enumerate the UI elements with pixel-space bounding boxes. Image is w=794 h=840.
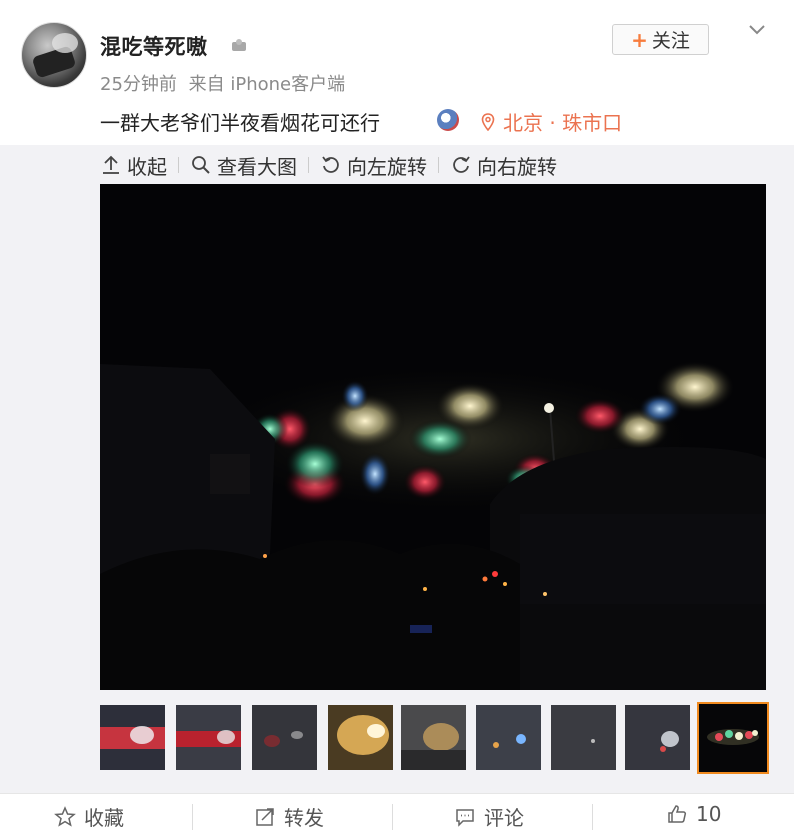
emoji-icon xyxy=(437,109,459,131)
comment-label: 评论 xyxy=(484,806,524,830)
comment-button[interactable]: 评论 xyxy=(454,802,524,831)
thumbnail[interactable] xyxy=(551,705,616,770)
like-button[interactable]: 10 xyxy=(666,802,721,826)
divider xyxy=(592,804,593,830)
rotate-left-label: 向左旋转 xyxy=(347,154,427,179)
rotate-left-icon xyxy=(322,156,339,173)
star-icon xyxy=(54,805,76,827)
view-large-button[interactable]: 查看大图 xyxy=(190,151,297,180)
favorite-button[interactable]: 收藏 xyxy=(54,802,124,831)
thumbnail[interactable] xyxy=(252,705,317,770)
like-count: 10 xyxy=(696,802,722,826)
media-toolbar: 收起 查看大图 向左旋转 向右旋转 xyxy=(100,150,557,180)
rotate-left-button[interactable]: 向左旋转 xyxy=(320,151,427,180)
collapse-label: 收起 xyxy=(127,154,167,179)
divider xyxy=(192,804,193,830)
thumbnail[interactable] xyxy=(401,705,466,770)
location-link[interactable]: 北京 · 珠市口 xyxy=(481,107,622,136)
member-badge-icon xyxy=(232,39,246,51)
rotate-right-icon xyxy=(453,156,470,173)
post-text: 一群大老爷们半夜看烟花可还行 xyxy=(100,111,380,135)
thumbnail[interactable] xyxy=(476,705,541,770)
collapse-icon xyxy=(103,155,119,174)
thumbnail[interactable] xyxy=(328,705,393,770)
rotate-right-button[interactable]: 向右旋转 xyxy=(450,151,557,180)
view-large-label: 查看大图 xyxy=(217,154,297,179)
post-source[interactable]: 来自 iPhone客户端 xyxy=(189,74,345,95)
fireworks-photo xyxy=(100,184,766,690)
post-meta: 25分钟前 来自 iPhone客户端 xyxy=(100,70,351,96)
divider xyxy=(392,804,393,830)
location-label: 北京 · 珠市口 xyxy=(503,111,623,135)
username[interactable]: 混吃等死嗷 xyxy=(100,31,208,61)
thumbnail[interactable] xyxy=(176,705,241,770)
thumbs-up-icon xyxy=(668,805,687,823)
location-pin-icon xyxy=(481,112,495,131)
follow-button[interactable]: + 关注 xyxy=(612,24,709,55)
repost-label: 转发 xyxy=(284,806,324,830)
action-bar: 收藏 转发 评论 10 xyxy=(0,793,794,840)
main-photo[interactable] xyxy=(100,184,766,690)
follow-label: 关注 xyxy=(651,30,690,52)
repost-icon xyxy=(256,807,274,826)
collapse-button[interactable]: 收起 xyxy=(100,151,167,180)
thumbnail[interactable] xyxy=(100,705,165,770)
rotate-right-label: 向右旋转 xyxy=(477,154,557,179)
thumbnail-selected[interactable] xyxy=(697,702,769,774)
post-header: 混吃等死嗷 25分钟前 来自 iPhone客户端 一群大老爷们半夜看烟花可还行 … xyxy=(0,0,794,145)
thumbnail[interactable] xyxy=(625,705,690,770)
repost-button[interactable]: 转发 xyxy=(254,802,324,831)
magnifier-icon xyxy=(192,156,210,174)
comment-icon xyxy=(456,808,474,827)
plus-icon: + xyxy=(631,27,648,52)
post-time[interactable]: 25分钟前 xyxy=(100,74,177,95)
avatar[interactable] xyxy=(21,22,87,88)
favorite-label: 收藏 xyxy=(84,806,124,830)
chevron-down-icon[interactable] xyxy=(748,24,766,36)
